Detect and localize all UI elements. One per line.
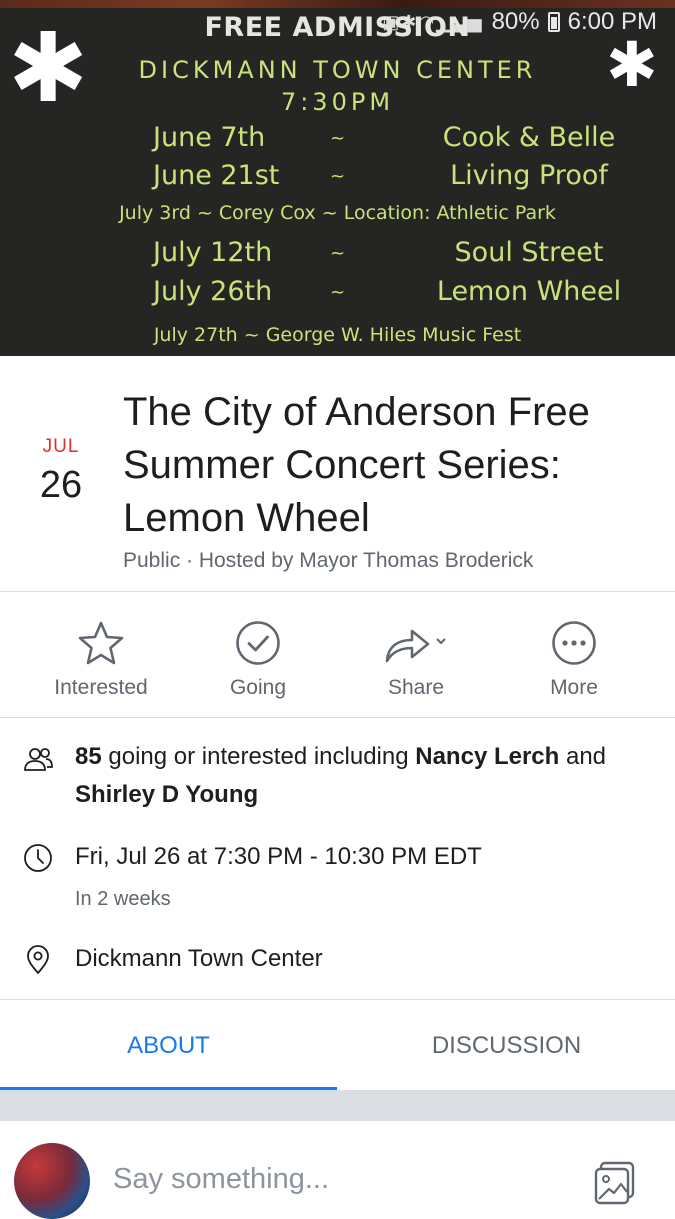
event-datetime: Fri, Jul 26 at 7:30 PM - 10:30 PM EDT [75, 843, 482, 870]
more-icon [552, 621, 596, 665]
post-composer: Say something... [0, 1121, 675, 1219]
schedule-act: Living Proof [450, 160, 608, 191]
schedule-separator: ~ [330, 243, 346, 264]
event-title: The City of Anderson Free Summer Concert… [123, 386, 653, 545]
share-label: Share [387, 676, 445, 699]
schedule-line: July 27th ~ George W. Hiles Music Fest [153, 324, 522, 346]
people-icon [24, 748, 53, 771]
event-relative-time: In 2 weeks [75, 888, 171, 910]
banner-venue: DICKMANN TOWN CENTER [138, 56, 537, 84]
avatar[interactable] [14, 1143, 90, 1219]
share-button[interactable]: Share [336, 620, 496, 712]
schedule-row: July 26th ~ Lemon Wheel [0, 276, 675, 312]
chevron-down-icon [436, 638, 446, 645]
event-location: Dickmann Town Center [75, 945, 323, 972]
datetime-row[interactable]: Fri, Jul 26 at 7:30 PM - 10:30 PM EDT In… [0, 838, 675, 918]
tab-about[interactable]: ABOUT [0, 1001, 337, 1090]
guest-name[interactable]: Shirley D Young [75, 781, 258, 808]
schedule-separator: ~ [330, 128, 346, 149]
divider [0, 591, 675, 592]
divider [0, 999, 675, 1000]
schedule-act: Soul Street [454, 237, 604, 268]
event-month: JUL [42, 436, 80, 457]
schedule-row: July 12th ~ Soul Street [0, 237, 675, 273]
schedule-line: July 3rd ~ Corey Cox ~ Location: Athleti… [119, 202, 556, 224]
schedule-separator: ~ [330, 282, 346, 303]
section-separator [0, 1090, 675, 1121]
schedule-date: June 7th [153, 122, 266, 153]
banner-time: 7:30PM [280, 88, 395, 116]
check-circle-icon [236, 621, 280, 665]
guest-count: 85 [75, 743, 102, 770]
event-actions: Interested Going Share More [0, 620, 675, 716]
more-button[interactable]: More [494, 620, 654, 712]
schedule-date: July 26th [153, 276, 273, 307]
schedule-act: Lemon Wheel [436, 276, 622, 307]
star-icon [78, 621, 124, 665]
schedule-date: June 21st [153, 160, 280, 191]
event-cover-image[interactable]: ▣✱◠▁▃▅ 80% 6:00 PM ✱ ✱ FREE ADMISSION DI… [0, 0, 675, 356]
event-title-line: The City of Anderson Free [123, 390, 590, 434]
divider [0, 717, 675, 718]
guests-text: 85 going or interested including Nancy L… [75, 738, 655, 814]
banner-admission: FREE ADMISSION [204, 12, 471, 43]
composer-input[interactable]: Say something... [113, 1163, 329, 1196]
location-row[interactable]: Dickmann Town Center [0, 940, 675, 984]
guests-and: and [559, 743, 607, 770]
photo-icon[interactable] [592, 1159, 638, 1205]
tab-discussion[interactable]: DISCUSSION [338, 1001, 675, 1090]
schedule-row: June 21st ~ Living Proof [0, 160, 675, 196]
event-day: 26 [39, 464, 83, 506]
event-date-badge: JUL 26 [30, 436, 92, 507]
location-pin-icon [27, 945, 49, 974]
schedule-row: June 7th ~ Cook & Belle [0, 122, 675, 158]
event-host[interactable]: Public · Hosted by Mayor Thomas Broderic… [123, 549, 533, 573]
interested-label: Interested [54, 676, 148, 699]
going-button[interactable]: Going [178, 620, 338, 712]
event-tabs: ABOUT DISCUSSION [0, 1001, 675, 1090]
going-label: Going [229, 676, 287, 699]
event-title-line: Summer Concert Series: [123, 443, 561, 487]
interested-button[interactable]: Interested [21, 620, 181, 712]
guests-phrase: going or interested including [101, 743, 416, 770]
guest-name[interactable]: Nancy Lerch [415, 743, 559, 770]
share-icon [385, 629, 446, 663]
guests-row[interactable]: 85 going or interested including Nancy L… [0, 738, 675, 818]
schedule-act: Cook & Belle [442, 122, 616, 153]
clock-icon [24, 844, 52, 872]
more-label: More [550, 676, 598, 699]
schedule-separator: ~ [330, 166, 346, 187]
event-title-line: Lemon Wheel [123, 496, 370, 540]
schedule-date: July 12th [153, 237, 273, 268]
